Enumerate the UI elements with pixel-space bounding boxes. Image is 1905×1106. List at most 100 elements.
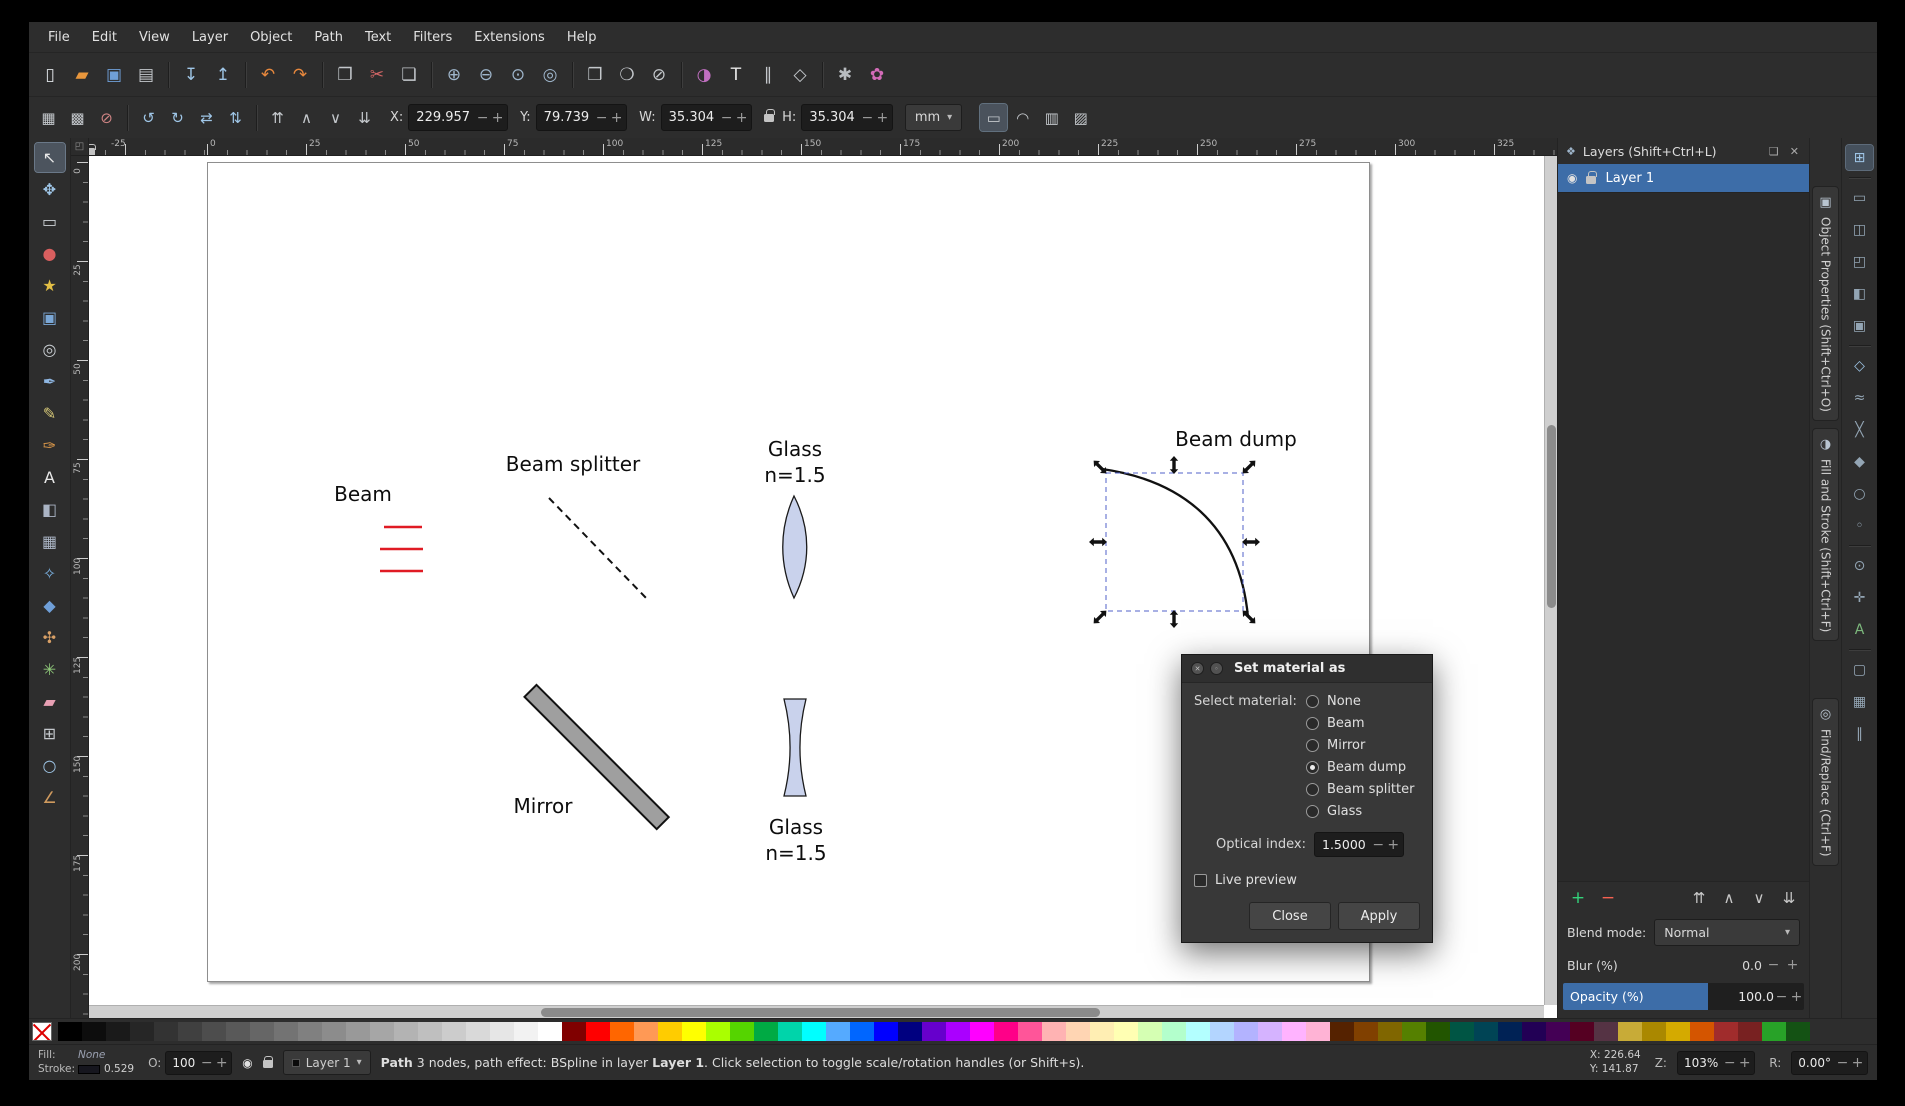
palette-swatch[interactable] (1186, 1022, 1210, 1041)
box-3d-tool-icon[interactable]: ▣ (35, 303, 65, 332)
palette-swatch[interactable] (274, 1022, 298, 1041)
apply-button[interactable]: Apply (1338, 902, 1420, 930)
zoom-tool-icon[interactable]: ○ (35, 751, 65, 780)
palette-swatch[interactable] (514, 1022, 538, 1041)
raise-layer-top-button[interactable]: ⇈ (1687, 886, 1711, 910)
vertical-scrollbar[interactable] (1544, 156, 1557, 1005)
palette-swatch[interactable] (658, 1022, 682, 1041)
duplicate-icon[interactable]: ❒ (580, 60, 610, 90)
blend-mode-dropdown[interactable]: Normal ▾ (1654, 918, 1800, 946)
horizontal-scrollbar[interactable] (89, 1005, 1544, 1018)
palette-swatch[interactable] (1162, 1022, 1186, 1041)
calligraphy-tool-icon[interactable]: ✑ (35, 431, 65, 460)
menu-text[interactable]: Text (354, 24, 402, 51)
y-input[interactable]: 79.739 − + (535, 104, 628, 131)
select-all-layers-icon[interactable]: ▩ (64, 104, 91, 131)
optical-index-input[interactable]: 1.5000 − + (1314, 832, 1404, 857)
flip-vertical-icon[interactable]: ⇅ (222, 104, 249, 131)
menu-file[interactable]: File (37, 24, 81, 51)
palette-swatch[interactable] (250, 1022, 274, 1041)
beam-object[interactable] (380, 525, 423, 573)
scale-stroke-toggle-icon[interactable]: ▭ (979, 103, 1009, 132)
add-layer-button[interactable]: + (1566, 886, 1590, 910)
width-input[interactable]: 35.304 − + (660, 104, 753, 131)
mesh-tool-icon[interactable]: ▦ (35, 527, 65, 556)
palette-swatch[interactable] (1450, 1022, 1474, 1041)
palette-swatch[interactable] (1282, 1022, 1306, 1041)
palette-swatch[interactable] (1618, 1022, 1642, 1041)
layer-visibility-toggle[interactable]: ◉ (242, 1056, 252, 1070)
dialog-pin-icon[interactable]: ◦ (1210, 662, 1223, 675)
palette-swatch[interactable] (178, 1022, 202, 1041)
snap-grid-icon[interactable]: ▦ (1846, 689, 1873, 714)
palette-swatch[interactable] (1642, 1022, 1666, 1041)
copy-icon[interactable]: ❐ (330, 60, 360, 90)
palette-swatch[interactable] (226, 1022, 250, 1041)
fill-stroke-indicator[interactable]: Fill: None Stroke: 0.529 (38, 1049, 134, 1076)
scale-corners-toggle-icon[interactable]: ◠ (1009, 104, 1036, 131)
snap-guides-icon[interactable]: ∥ (1846, 721, 1873, 746)
opacity-slider[interactable]: Opacity (%) 100.0 − + (1563, 983, 1804, 1010)
import-icon[interactable]: ↧ (176, 60, 206, 90)
spiral-tool-icon[interactable]: ◎ (35, 335, 65, 364)
width-increment-button[interactable]: + (734, 110, 749, 126)
object-opacity-input[interactable]: 100 − + (165, 1050, 233, 1075)
ellipse-tool-icon[interactable]: ● (35, 239, 65, 268)
palette-swatch[interactable] (1714, 1022, 1738, 1041)
palette-swatch[interactable] (898, 1022, 922, 1041)
rotation-increment-button[interactable]: + (1850, 1055, 1865, 1071)
palette-swatch[interactable] (1306, 1022, 1330, 1041)
palette-swatch[interactable] (994, 1022, 1018, 1041)
palette-swatch[interactable] (1378, 1022, 1402, 1041)
lower-layer-button[interactable]: ∨ (1747, 886, 1771, 910)
palette-swatch[interactable] (754, 1022, 778, 1041)
palette-swatch[interactable] (1498, 1022, 1522, 1041)
zoom-out-icon[interactable]: ⊖ (471, 60, 501, 90)
tweak-tool-icon[interactable]: ✣ (35, 623, 65, 652)
snap-path-intersections-icon[interactable]: ╳ (1846, 417, 1873, 442)
palette-swatch[interactable] (1762, 1022, 1786, 1041)
snap-object-centers-icon[interactable]: ⊙ (1846, 553, 1873, 578)
cut-icon[interactable]: ✂ (362, 60, 392, 90)
opacity-increment-button[interactable]: + (1789, 989, 1804, 1005)
radio-beam-splitter[interactable]: Beam splitter (1306, 781, 1414, 798)
palette-swatch[interactable] (730, 1022, 754, 1041)
menu-object[interactable]: Object (239, 24, 303, 51)
palette-swatch[interactable] (346, 1022, 370, 1041)
print-document-icon[interactable]: ▤ (131, 60, 161, 90)
palette-swatch[interactable] (1546, 1022, 1570, 1041)
palette-swatch[interactable] (826, 1022, 850, 1041)
palette-swatch[interactable] (82, 1022, 106, 1041)
palette-swatch[interactable] (946, 1022, 970, 1041)
palette-swatch[interactable] (1402, 1022, 1426, 1041)
guide-lock-icon[interactable] (89, 143, 96, 155)
menu-help[interactable]: Help (556, 24, 608, 51)
panel-close-button[interactable]: ✕ (1788, 145, 1801, 158)
snap-cusp-nodes-icon[interactable]: ◆ (1846, 449, 1873, 474)
palette-swatch[interactable] (1666, 1022, 1690, 1041)
menu-extensions[interactable]: Extensions (463, 24, 556, 51)
dropper-tool-icon[interactable]: ✧ (35, 559, 65, 588)
palette-swatch[interactable] (1474, 1022, 1498, 1041)
eraser-tool-icon[interactable]: ▰ (35, 687, 65, 716)
undo-icon[interactable]: ↶ (253, 60, 283, 90)
ruler-corner[interactable]: ◰ (71, 138, 89, 156)
x-decrement-button[interactable]: − (475, 110, 490, 126)
palette-swatch[interactable] (1090, 1022, 1114, 1041)
paint-bucket-tool-icon[interactable]: ◆ (35, 591, 65, 620)
horizontal-ruler[interactable]: -25 0 25 50 75 100 125 150 175 200 225 250 275 300 325 (89, 138, 1557, 156)
snap-bbox-icon[interactable]: ▭ (1846, 185, 1873, 210)
pencil-tool-icon[interactable]: ✎ (35, 399, 65, 428)
rotation-decrement-button[interactable]: − (1835, 1055, 1850, 1071)
vertical-scrollbar-thumb[interactable] (1547, 425, 1556, 608)
palette-swatch[interactable] (418, 1022, 442, 1041)
menu-view[interactable]: View (128, 24, 181, 51)
height-decrement-button[interactable]: − (860, 110, 875, 126)
x-increment-button[interactable]: + (490, 110, 505, 126)
layers-list[interactable] (1558, 192, 1809, 882)
palette-swatch[interactable] (970, 1022, 994, 1041)
zoom-1-1-icon[interactable]: ⊙ (503, 60, 533, 90)
lower-to-bottom-icon[interactable]: ⇊ (351, 104, 378, 131)
glass-lens-bottom-object[interactable] (783, 698, 807, 797)
dialog-close-icon[interactable]: ✕ (1191, 662, 1204, 675)
